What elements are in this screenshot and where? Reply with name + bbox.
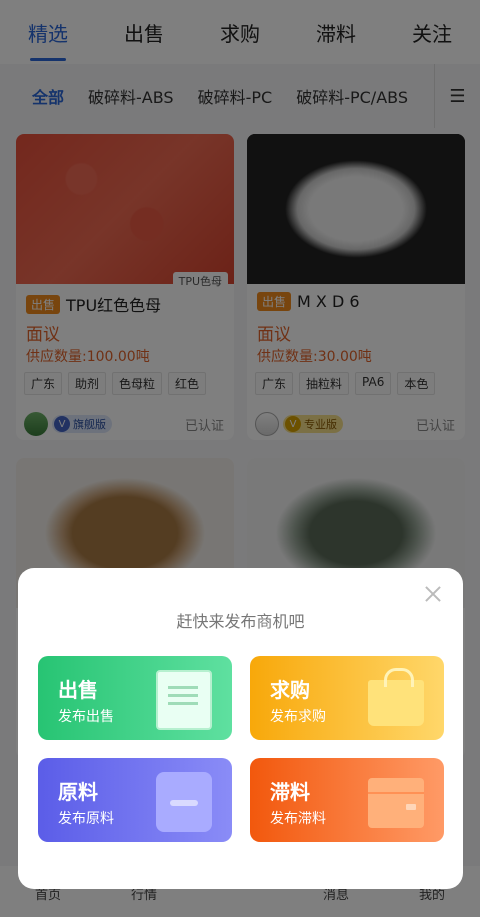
jar-icon (156, 772, 212, 832)
publish-raw-label: 原料 (58, 780, 98, 804)
publish-raw-material-button[interactable]: 原料 发布原料 (38, 758, 232, 842)
publish-stock-sublabel: 发布滞料 (270, 811, 326, 827)
document-icon (156, 670, 212, 730)
publish-sell-sublabel: 发布出售 (58, 709, 114, 725)
close-icon[interactable] (421, 582, 445, 606)
publish-sell-button[interactable]: 出售 发布出售 (38, 656, 232, 740)
box-icon (368, 778, 424, 828)
shopping-bag-icon (368, 668, 424, 726)
publish-stock-label: 滞料 (270, 780, 310, 804)
publish-sheet: 赶快来发布商机吧 出售 发布出售 求购 发布求购 原料 发布原料 滞料 发布滞料 (18, 568, 463, 889)
publish-raw-sublabel: 发布原料 (58, 811, 114, 827)
publish-sheet-title: 赶快来发布商机吧 (176, 612, 305, 631)
publish-buy-button[interactable]: 求购 发布求购 (250, 656, 444, 740)
publish-stock-button[interactable]: 滞料 发布滞料 (250, 758, 444, 842)
publish-sell-label: 出售 (58, 678, 98, 702)
publish-buy-sublabel: 发布求购 (270, 709, 326, 725)
publish-buy-label: 求购 (270, 678, 310, 702)
